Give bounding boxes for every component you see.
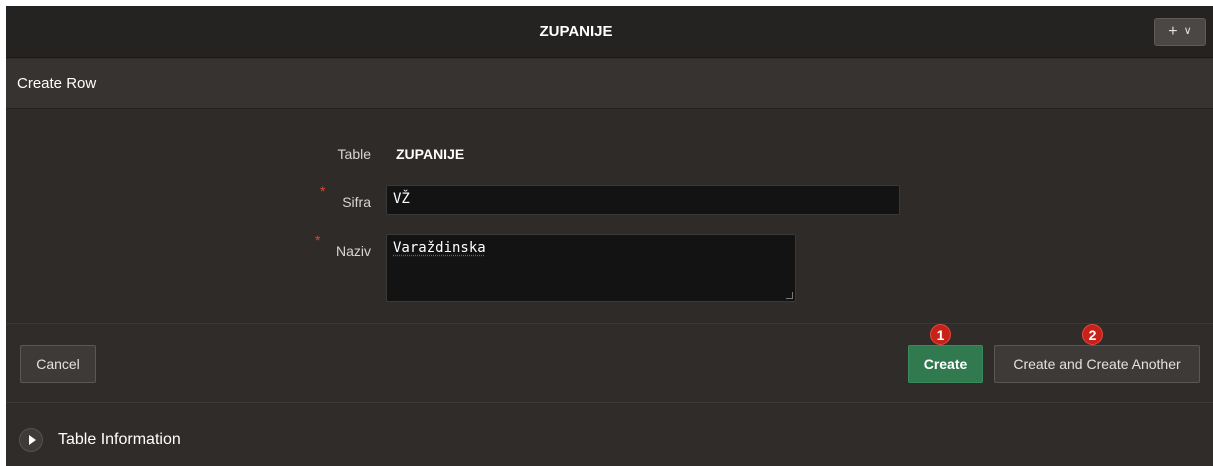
table-label: Table <box>337 146 371 162</box>
plus-icon: + <box>1168 23 1178 40</box>
region-header: Create Row <box>6 59 1213 109</box>
cancel-button[interactable]: Cancel <box>20 345 96 383</box>
region-title: Create Row <box>17 75 97 92</box>
table-value: ZUPANIJE <box>396 146 465 162</box>
sifra-label: Sifra <box>342 194 371 210</box>
expand-toggle-icon[interactable] <box>19 428 43 452</box>
title-bar: ZUPANIJE + ∨ <box>6 6 1213 58</box>
naziv-textarea[interactable]: Varaždinska <box>386 234 796 302</box>
add-menu-button[interactable]: + ∨ <box>1154 18 1206 46</box>
annotation-badge-1: 1 <box>930 324 951 345</box>
naziv-text: Varaždinska <box>393 240 486 256</box>
naziv-label: Naziv <box>335 243 371 259</box>
sifra-input[interactable]: VŽ <box>386 185 900 215</box>
annotation-badge-2: 2 <box>1082 324 1103 345</box>
table-information-region: Table Information <box>6 404 1213 466</box>
chevron-down-icon: ∨ <box>1183 25 1192 37</box>
create-row-form: Table ZUPANIJE * Sifra VŽ * Naziv Varažd… <box>6 110 1213 324</box>
app-window: ZUPANIJE + ∨ Create Row Table ZUPANIJE * … <box>6 6 1213 466</box>
create-and-create-another-button[interactable]: Create and Create Another <box>994 345 1200 383</box>
resize-handle-icon[interactable] <box>786 292 793 299</box>
button-bar: Cancel Create Create and Create Another … <box>6 324 1213 403</box>
page-title: ZUPANIJE <box>539 23 613 40</box>
create-button[interactable]: Create <box>908 345 983 383</box>
table-information-title[interactable]: Table Information <box>58 428 181 452</box>
